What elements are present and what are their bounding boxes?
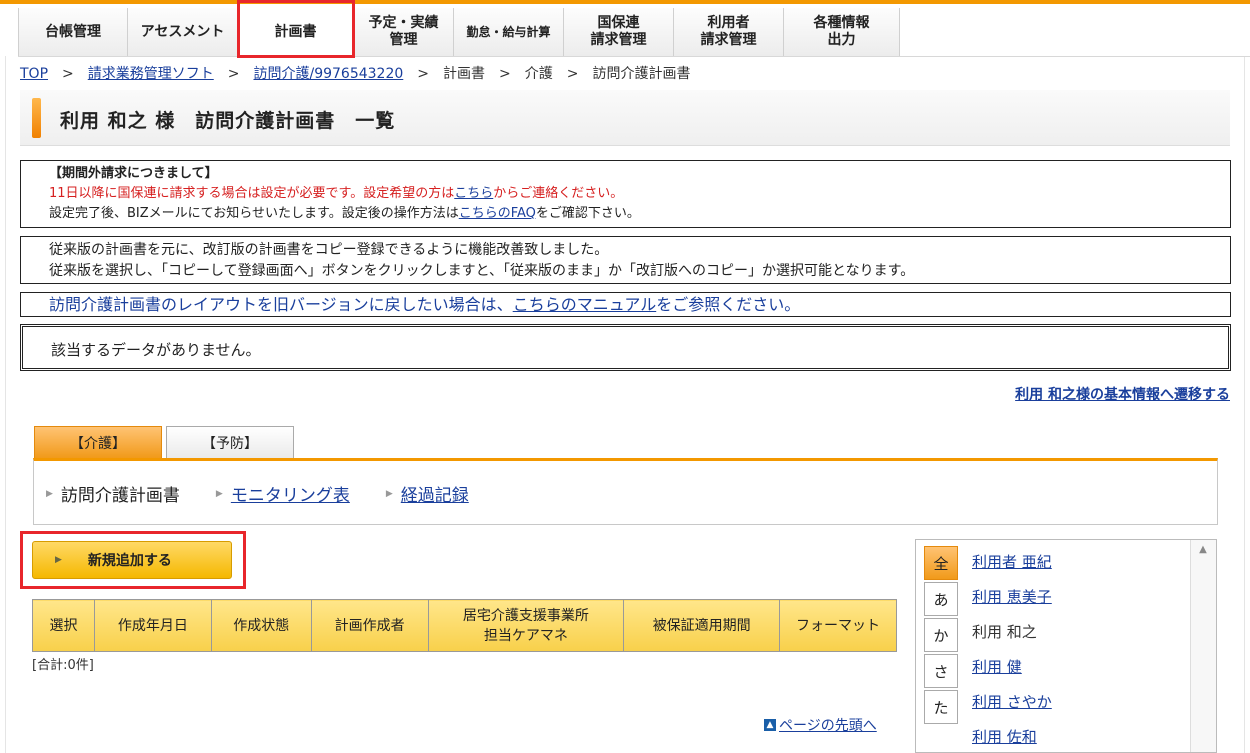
notice-line-2: 設定完了後、BIZメールにてお知らせいたします。設定後の操作方法はこちらのFAQ… xyxy=(49,204,1202,224)
column-created-date: 作成年月日 xyxy=(93,599,212,652)
notice-text: をご参照ください。 xyxy=(656,295,801,314)
user-link[interactable]: 利用 佐和 xyxy=(972,728,1037,746)
list-item: 利用 佐和 xyxy=(972,725,1187,752)
breadcrumb-current: 訪問介護計画書 xyxy=(592,66,691,82)
column-status: 作成状態 xyxy=(210,599,312,652)
basic-info-link[interactable]: 利用 和之様の基本情報へ遷移する xyxy=(1015,384,1230,404)
breadcrumb-sep: > xyxy=(62,66,74,82)
breadcrumb-service[interactable]: 訪問介護/9976543220 xyxy=(253,66,403,82)
tab-panel: ▶ 訪問介護計画書 ▶ モニタリング表 ▶ 経過記録 xyxy=(33,458,1218,525)
kana-ta[interactable]: た xyxy=(924,690,958,724)
breadcrumb-top[interactable]: TOP xyxy=(20,66,48,82)
breadcrumb-sep: > xyxy=(566,66,579,82)
notice-line-1: 従来版の計画書を元に、改訂版の計画書をコピー登録できるように機能改善致しました。 xyxy=(49,242,609,258)
top-navigation-bar: 台帳管理 アセスメント 計画書 予定・実績 管理 勤怠・給与計算 国保連 請求管… xyxy=(0,0,1250,57)
contact-link[interactable]: こちら xyxy=(454,186,493,201)
kana-ka[interactable]: か xyxy=(924,618,958,652)
list-item: 利用 さやか xyxy=(972,690,1187,725)
column-coverage-period: 被保証適用期間 xyxy=(623,599,781,652)
care-type-tabs: 【介護】 【予防】 xyxy=(34,426,298,458)
user-link[interactable]: 利用 恵美子 xyxy=(972,588,1052,606)
breadcrumb-sep: > xyxy=(227,66,240,82)
notice-copy-feature: 従来版の計画書を元に、改訂版の計画書をコピー登録できるように機能改善致しました。… xyxy=(20,236,1231,284)
breadcrumb-care: 介護 xyxy=(524,66,553,82)
progress-record-link[interactable]: 経過記録 xyxy=(401,481,469,506)
notice-line-1: 11日以降に国保連に請求する場合は設定が必要です。設定希望の方はこちらからご連絡… xyxy=(49,184,1202,204)
page-title-bar: 利用 和之 様 訪問介護計画書 一覧 xyxy=(20,90,1230,146)
nav-user-billing[interactable]: 利用者 請求管理 xyxy=(674,8,784,56)
list-item: 利用 健 xyxy=(972,655,1187,690)
notice-layout-manual: 訪問介護計画書のレイアウトを旧バージョンに戻したい場合は、こちらのマニュアルをご… xyxy=(20,292,1231,317)
list-item-current-user: 利用 和之 xyxy=(972,623,1037,641)
add-new-label: 新規追加する xyxy=(87,553,172,569)
breadcrumb-plan: 計画書 xyxy=(443,66,486,82)
breadcrumb-sep: > xyxy=(499,66,511,82)
kana-index: 全 あ か さ た xyxy=(924,546,958,726)
triangle-right-icon: ▶ xyxy=(385,488,393,499)
plan-list-table: 選択 作成年月日 作成状態 計画作成者 居宅介護支援事業所 担当ケアマネ 被保証… xyxy=(32,599,897,652)
user-list-scrollbar[interactable]: ▲ xyxy=(1190,540,1216,752)
nav-attendance-payroll[interactable]: 勤怠・給与計算 xyxy=(454,8,564,56)
title-accent-bar xyxy=(32,98,41,138)
list-item: 利用 恵美子 xyxy=(972,585,1187,620)
notice-out-of-period-billing: 【期間外請求につきまして】 11日以降に国保連に請求する場合は設定が必要です。設… xyxy=(20,160,1231,228)
add-new-button[interactable]: ▶ 新規追加する xyxy=(32,541,232,579)
column-care-manager: 居宅介護支援事業所 担当ケアマネ xyxy=(427,599,625,652)
page-title: 利用 和之 様 訪問介護計画書 一覧 xyxy=(60,110,396,132)
user-link[interactable]: 利用 さやか xyxy=(972,693,1052,711)
kana-all[interactable]: 全 xyxy=(924,546,958,580)
main-nav: 台帳管理 アセスメント 計画書 予定・実績 管理 勤怠・給与計算 国保連 請求管… xyxy=(18,8,900,56)
nav-ledger[interactable]: 台帳管理 xyxy=(18,8,128,56)
arrow-up-icon: ▲ xyxy=(764,719,776,731)
page-top-link[interactable]: ページの先頭へ xyxy=(779,715,877,735)
nav-assessment[interactable]: アセスメント xyxy=(128,8,238,56)
breadcrumb-sep: > xyxy=(417,66,430,82)
notice-text: からご連絡ください。 xyxy=(493,186,624,201)
subnav-label: 訪問介護計画書 xyxy=(60,486,180,506)
scroll-up-icon[interactable]: ▲ xyxy=(1191,540,1215,560)
tab-prevention[interactable]: 【予防】 xyxy=(166,426,294,458)
breadcrumb: TOP > 請求業務管理ソフト > 訪問介護/9976543220 > 計画書 > 介護 > 訪問介… xyxy=(20,63,690,83)
user-link[interactable]: 利用 健 xyxy=(972,658,1022,676)
faq-link[interactable]: こちらのFAQ xyxy=(459,206,536,221)
notice-text: をご確認下さい。 xyxy=(535,206,640,221)
list-item: 利用者 亜紀 xyxy=(972,550,1187,585)
user-link[interactable]: 利用者 亜紀 xyxy=(972,553,1052,571)
user-list-panel: 全 あ か さ た 利用者 亜紀 利用 恵美子 利用 和之 利用 健 利用 さや… xyxy=(915,539,1217,753)
notice-text: 訪問介護計画書のレイアウトを旧バージョンに戻したい場合は、 xyxy=(49,295,513,314)
triangle-right-icon: ▶ xyxy=(46,488,53,499)
notice-text: 11日以降に国保連に請求する場合は設定が必要です。設定希望の方は xyxy=(49,186,455,201)
notice-text: 設定完了後、BIZメールにてお知らせいたします。設定後の操作方法は xyxy=(49,206,459,221)
breadcrumb-software[interactable]: 請求業務管理ソフト xyxy=(88,66,214,82)
subnav-item-progress[interactable]: ▶ 経過記録 xyxy=(386,481,469,506)
kana-a[interactable]: あ xyxy=(924,582,958,616)
column-select: 選択 xyxy=(32,599,95,652)
monitoring-link[interactable]: モニタリング表 xyxy=(231,481,350,506)
triangle-right-icon: ▶ xyxy=(215,488,223,499)
triangle-right-icon: ▶ xyxy=(55,555,62,565)
user-list: 利用者 亜紀 利用 恵美子 利用 和之 利用 健 利用 さやか 利用 佐和 xyxy=(972,550,1187,752)
kana-sa[interactable]: さ xyxy=(924,654,958,688)
subnav-item-monitoring[interactable]: ▶ モニタリング表 xyxy=(216,481,350,506)
column-format: フォーマット xyxy=(779,599,897,652)
page-left-border xyxy=(5,56,6,753)
no-data-message: 該当するデータがありません。 xyxy=(20,324,1231,371)
manual-link[interactable]: こちらのマニュアル xyxy=(513,295,657,314)
nav-plan[interactable]: 計画書 xyxy=(238,8,354,56)
notice-heading: 【期間外請求につきまして】 xyxy=(49,166,218,181)
total-count: [合計:0件] xyxy=(32,658,94,673)
nav-info-output[interactable]: 各種情報 出力 xyxy=(784,8,900,56)
tab-care[interactable]: 【介護】 xyxy=(34,426,162,458)
column-planner: 計画作成者 xyxy=(310,599,429,652)
notice-line-2: 従来版を選択し、「コピーして登録画面へ」ボタンをクリックしますと、「従来版のまま… xyxy=(49,263,915,279)
nav-national-billing[interactable]: 国保連 請求管理 xyxy=(564,8,674,56)
page-top-link-wrap[interactable]: ▲ ページの先頭へ xyxy=(764,715,877,735)
table-header-row: 選択 作成年月日 作成状態 計画作成者 居宅介護支援事業所 担当ケアマネ 被保証… xyxy=(32,599,897,652)
nav-schedule[interactable]: 予定・実績 管理 xyxy=(354,8,454,56)
page-right-border xyxy=(1244,56,1245,753)
nav-divider xyxy=(18,56,1250,57)
subnav-item-plan: ▶ 訪問介護計画書 xyxy=(46,481,180,506)
sub-navigation: ▶ 訪問介護計画書 ▶ モニタリング表 ▶ 経過記録 xyxy=(46,481,505,506)
